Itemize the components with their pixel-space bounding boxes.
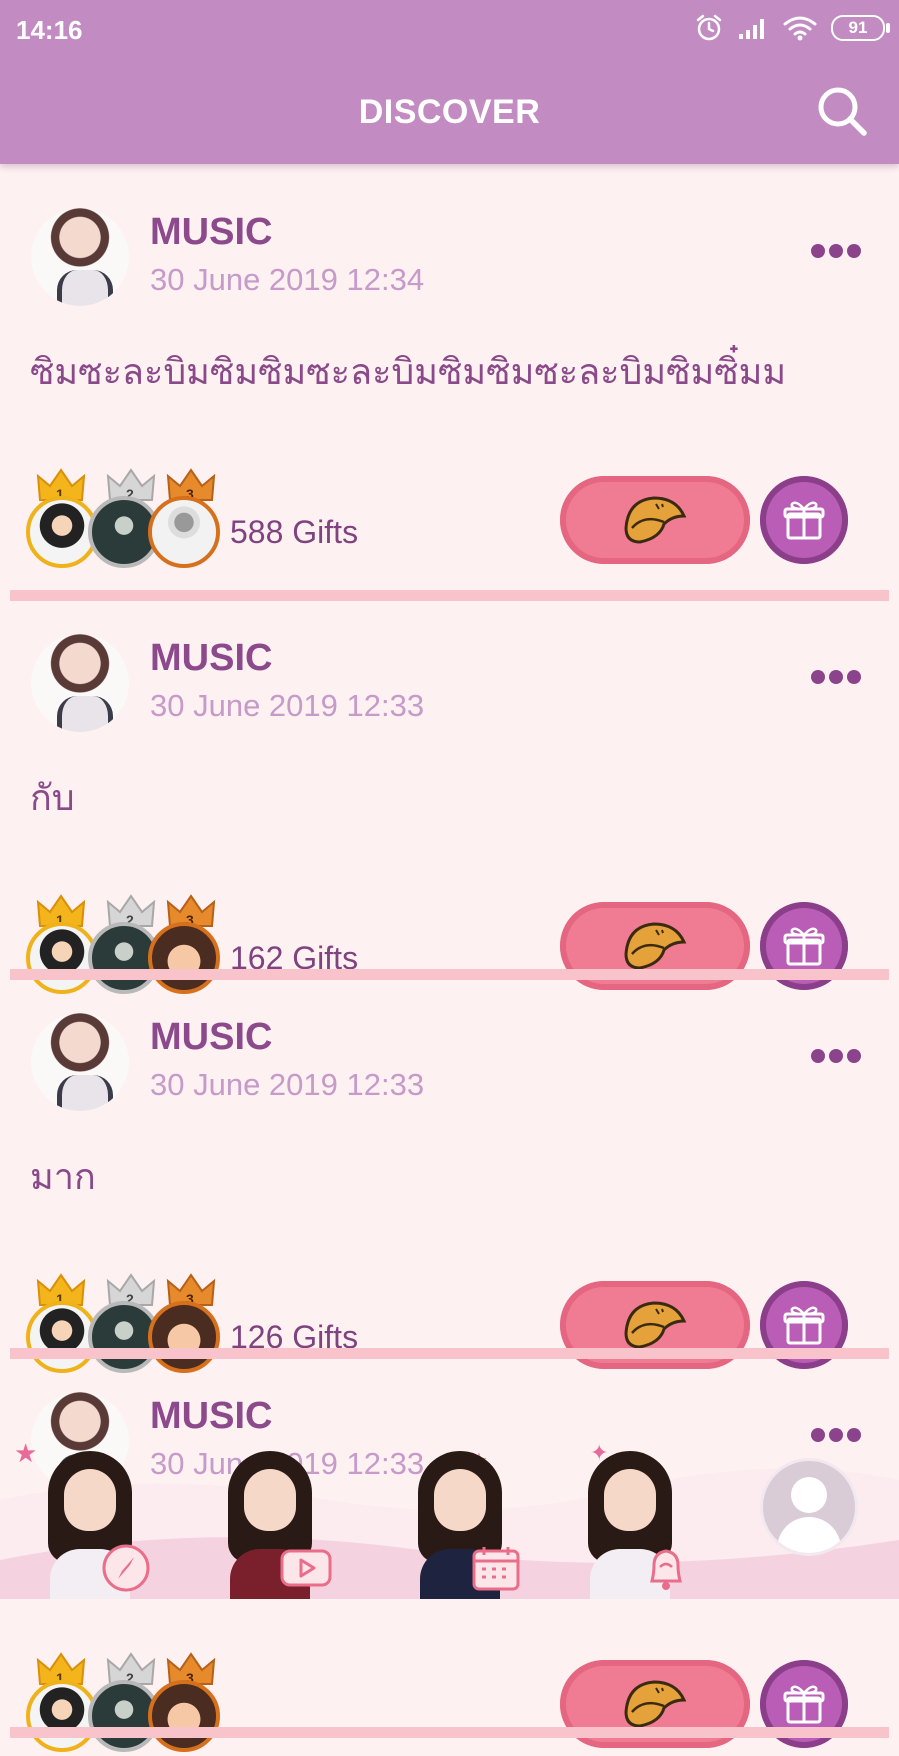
gifter-avatar-3 [148,496,220,568]
author-avatar[interactable] [31,208,129,306]
gift-icon [783,927,825,966]
search-icon[interactable] [814,83,870,139]
gift-icon [783,1685,825,1724]
nav-videos[interactable] [200,1440,340,1599]
compass-icon [102,1544,150,1592]
gift-button[interactable] [760,1660,848,1748]
post-date: 30 June 2019 12:34 [150,262,425,297]
author-avatar[interactable] [31,1013,129,1111]
fortune-cookie-icon [624,922,687,970]
post-text: ซิมซะละบิมซิมซิมซะละบิมซิมซิมซะละบิมซิมซ… [30,352,787,393]
post-text: มาก [30,1157,96,1198]
fortune-cookie-button[interactable] [560,1660,750,1748]
post-author[interactable]: MUSIC [150,637,272,680]
post-author[interactable]: MUSIC [150,1016,272,1059]
nav-calendar[interactable] [390,1440,530,1599]
more-icon[interactable] [811,670,861,684]
post-card: MUSIC 30 June 2019 12:33 มาก 1 2 3 126 G… [0,969,899,1373]
nav-notifications[interactable] [560,1440,700,1599]
gift-count: 588 Gifts [230,514,359,550]
fortune-cookie-icon [624,1301,687,1349]
post-card: MUSIC 30 June 2019 12:34 ซิมซะละบิมซิมซิ… [0,164,899,601]
post-author[interactable]: MUSIC [150,211,272,254]
post-text: กับ [30,778,75,819]
calendar-icon [472,1547,520,1591]
author-avatar[interactable] [31,634,129,732]
profile-icon[interactable] [760,1458,858,1556]
gifter-avatar-3 [148,1680,220,1752]
post-date: 30 June 2019 12:33 [150,1067,425,1102]
post-date: 30 June 2019 12:33 [150,688,425,723]
alarm-icon [696,14,722,41]
play-icon [280,1549,332,1587]
bell-icon [650,1549,682,1590]
status-icons: 91 [695,14,890,42]
more-icon[interactable] [811,1049,861,1063]
gift-icon [783,501,825,540]
fortune-cookie-button[interactable] [560,476,750,564]
post-card: MUSIC 30 June 2019 12:33 กับ 1 2 3 162 G… [0,590,899,994]
fortune-cookie-icon [624,496,687,544]
battery-icon: 91 [831,15,890,41]
wifi-icon [783,16,817,41]
gift-icon [783,1306,825,1345]
page-title: DISCOVER [358,93,541,131]
status-time: 14:16 [16,15,83,45]
fortune-cookie-icon [624,1680,687,1728]
top-gifters[interactable]: 1 2 3 [24,468,224,572]
bottom-navigation: ★ ☆ ✦ [0,1438,899,1599]
more-icon[interactable] [811,244,861,258]
post-author[interactable]: MUSIC [150,1395,272,1438]
nav-discover[interactable] [20,1440,160,1599]
signal-icon [739,19,764,39]
top-bar: 14:16 91 DISCOVER [0,0,899,164]
gift-button[interactable] [760,476,848,564]
top-gifters[interactable]: 1 2 3 [24,1652,224,1756]
